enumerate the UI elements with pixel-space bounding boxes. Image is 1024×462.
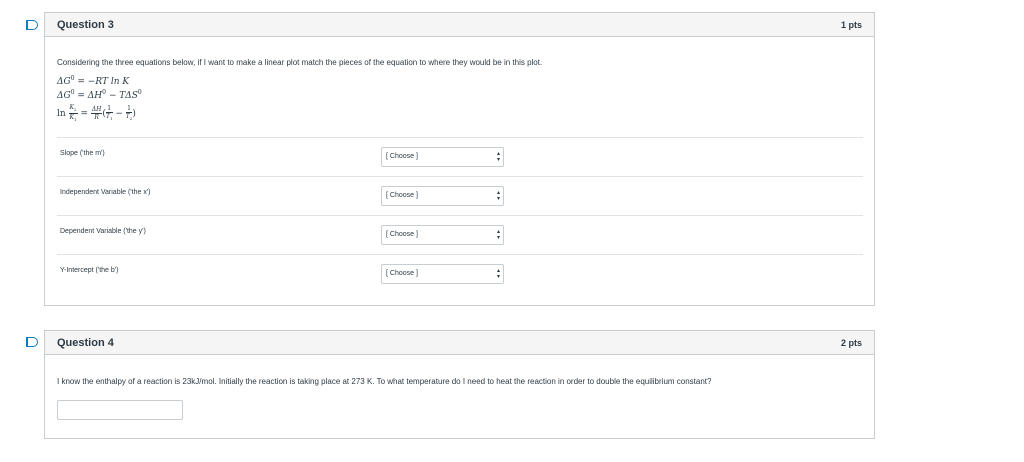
- flag-question-3-icon[interactable]: [26, 20, 38, 30]
- equation-1: ΔG0 = −RT ln K: [57, 75, 129, 87]
- select-value: [ Choose ]: [386, 153, 418, 160]
- select-value: [ Choose ]: [386, 192, 418, 199]
- select-value: [ Choose ]: [386, 270, 418, 277]
- match-row-label: Y-Intercept ('the b'): [60, 267, 119, 274]
- eq3-equals: =: [77, 109, 91, 120]
- question-4-header: Question 4 2 pts: [45, 331, 874, 355]
- slope-select[interactable]: [ Choose ] ▴ ▾: [381, 147, 504, 167]
- eq3-k1-sub: 1: [74, 117, 77, 123]
- question-4-title: Question 4: [57, 336, 114, 349]
- y-intercept-select[interactable]: [ Choose ] ▴ ▾: [381, 264, 504, 284]
- eq2-sup3: 0: [137, 89, 142, 96]
- eq2-lhs: ΔG: [57, 91, 71, 101]
- dependent-variable-select[interactable]: [ Choose ] ▴ ▾: [381, 225, 504, 245]
- flag-question-4-icon[interactable]: [26, 337, 38, 347]
- equation-3: ln K2 K1 = ΔH R(1 T1 − 1 T2): [57, 104, 136, 123]
- eq3-ln: ln: [57, 109, 69, 120]
- match-row-dependent-variable: Dependent Variable ('the y') [ Choose ] …: [57, 215, 863, 254]
- question-4-prompt: I know the enthalpy of a reaction is 23k…: [57, 377, 712, 386]
- updown-arrow-icon: ▴ ▾: [496, 190, 500, 202]
- eq1-rhs: = −RT ln K: [74, 77, 130, 87]
- question-3-card: Question 3 1 pts Considering the three e…: [44, 12, 875, 306]
- match-row-independent-variable: Independent Variable ('the x') [ Choose …: [57, 176, 863, 215]
- eq2-mid: = ΔH: [74, 91, 103, 101]
- eq3-dh-fraction: ΔH R: [90, 106, 103, 122]
- eq1-lhs: ΔG: [57, 77, 71, 87]
- match-row-label: Slope ('the m'): [60, 150, 105, 157]
- match-row-label: Dependent Variable ('the y'): [60, 228, 146, 235]
- eq3-close-paren: ): [132, 109, 136, 120]
- updown-arrow-icon: ▴ ▾: [496, 229, 500, 241]
- eq2-rhs: − TΔS: [105, 91, 138, 101]
- eq3-k-fraction: K2 K1: [68, 104, 78, 123]
- updown-arrow-icon: ▴ ▾: [496, 268, 500, 280]
- answer-input[interactable]: [57, 400, 183, 420]
- question-4-card: Question 4 2 pts I know the enthalpy of …: [44, 330, 875, 439]
- updown-arrow-icon: ▴ ▾: [496, 151, 500, 163]
- question-3-title: Question 3: [57, 18, 114, 31]
- question-4-points: 2 pts: [840, 337, 862, 348]
- question-3-header: Question 3 1 pts: [45, 13, 874, 37]
- match-row-label: Independent Variable ('the x'): [60, 189, 151, 196]
- question-3-prompt: Considering the three equations below, i…: [57, 58, 543, 67]
- eq3-minus: −: [112, 109, 126, 120]
- select-value: [ Choose ]: [386, 231, 418, 238]
- eq3-dh: ΔH: [91, 106, 102, 114]
- eq3-r: R: [94, 114, 99, 122]
- eq3-k2-sub: 2: [74, 107, 77, 113]
- match-row-y-intercept: Y-Intercept ('the b') [ Choose ] ▴ ▾: [57, 254, 863, 293]
- independent-variable-select[interactable]: [ Choose ] ▴ ▾: [381, 186, 504, 206]
- equation-2: ΔG0 = ΔH0 − TΔS0: [57, 89, 142, 101]
- match-row-slope: Slope ('the m') [ Choose ] ▴ ▾: [57, 137, 863, 176]
- question-3-points: 1 pts: [840, 19, 862, 30]
